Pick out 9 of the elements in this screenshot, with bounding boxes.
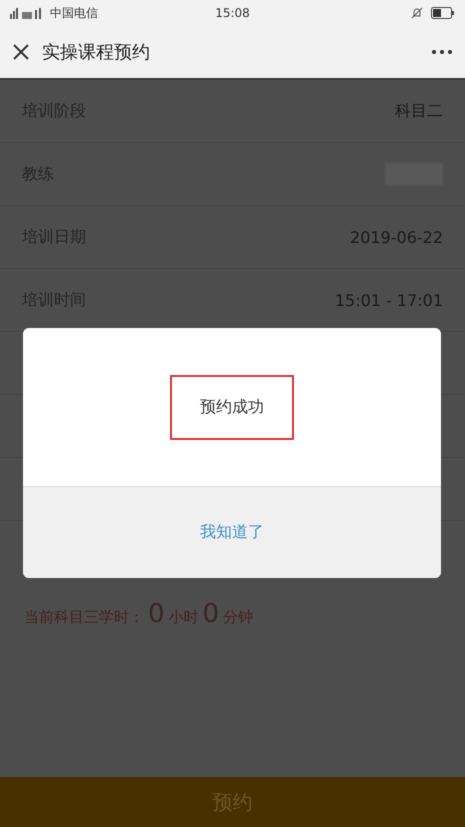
close-icon[interactable] [12,43,30,61]
carrier-name: 中国电信 [50,4,98,22]
clock-time: 15:08 [215,6,250,20]
battery-icon [430,7,455,19]
success-message: 预约成功 [170,374,294,440]
more-icon[interactable] [431,49,453,55]
acknowledge-button[interactable]: 我知道了 [23,487,441,578]
bell-off-icon [410,7,423,19]
page-title: 实操课程预约 [42,41,151,64]
